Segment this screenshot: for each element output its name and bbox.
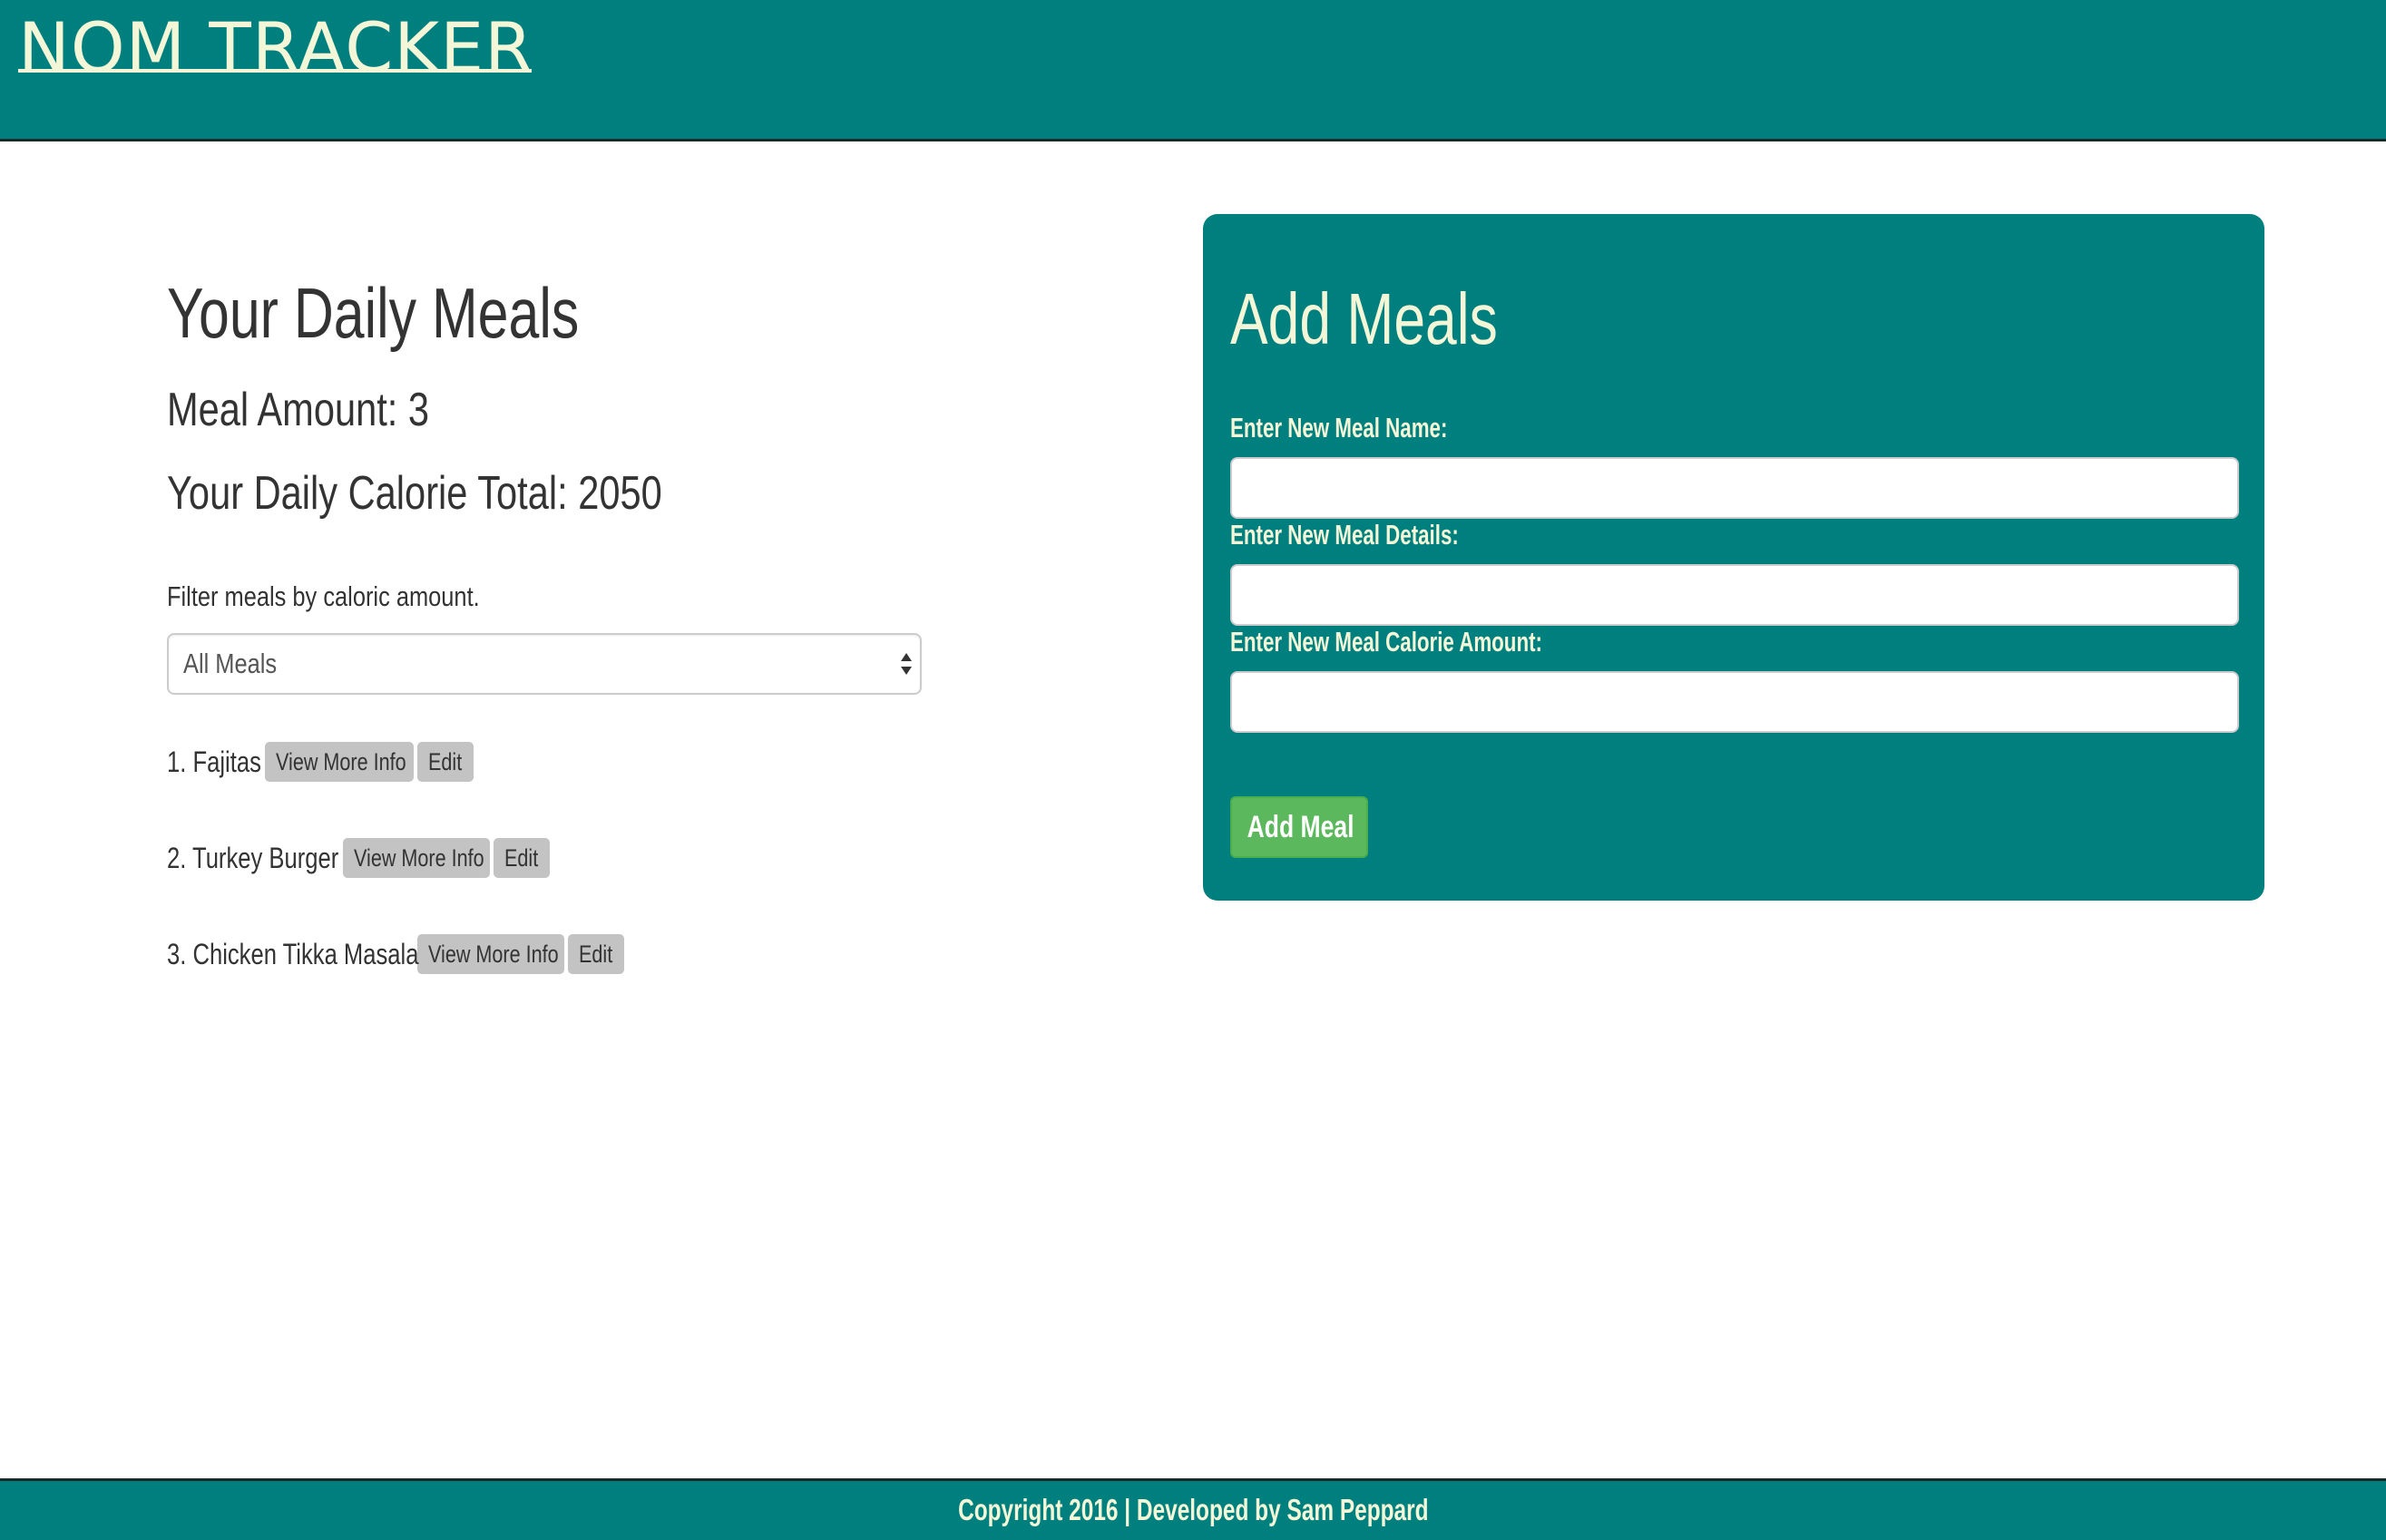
meal-name: 3. Chicken Tikka Masala [167,938,419,970]
meal-list-item: 3. Chicken Tikka Masala View More Info E… [167,934,624,974]
filter-selected-value: All Meals [183,648,278,679]
site-logo[interactable]: NOM TRACKER [18,7,533,89]
meal-name-input[interactable] [1230,457,2239,519]
add-meal-button[interactable]: Add Meal [1230,796,1368,858]
calorie-total-text: Your Daily Calorie Total: 2050 [167,467,662,520]
site-footer: Copyright 2016 | Developed by Sam Peppar… [0,1478,2386,1540]
meal-details-input[interactable] [1230,564,2239,626]
add-meals-title: Add Meals [1230,278,1498,359]
meal-calorie-input[interactable] [1230,671,2239,733]
daily-meals-title: Your Daily Meals [167,273,580,353]
footer-copyright: Copyright 2016 | Developed by Sam Peppar… [957,1493,1429,1526]
meal-name: 2. Turkey Burger [167,842,339,874]
edit-button[interactable]: Edit [568,934,624,974]
edit-button[interactable]: Edit [417,742,474,782]
view-more-info-button[interactable]: View More Info [343,838,490,878]
meal-name: 1. Fajitas [167,746,261,778]
meal-amount-text: Meal Amount: 3 [167,384,430,436]
updown-chevron-icon [901,653,912,675]
calorie-filter-select[interactable]: All Meals [167,633,922,695]
view-more-info-button[interactable]: View More Info [265,742,414,782]
meal-list-item: 1. Fajitas View More Info Edit [167,742,474,782]
logo-underline [18,69,532,73]
view-more-info-button[interactable]: View More Info [417,934,564,974]
site-header: NOM TRACKER [0,0,2386,141]
meal-name-label: Enter New Meal Name: [1230,412,1448,443]
meal-list-item: 2. Turkey Burger View More Info Edit [167,838,550,878]
edit-button[interactable]: Edit [494,838,550,878]
meal-calorie-label: Enter New Meal Calorie Amount: [1230,626,1542,658]
filter-label: Filter meals by caloric amount. [167,580,480,612]
meal-details-label: Enter New Meal Details: [1230,519,1459,551]
add-meals-panel: Add Meals Enter New Meal Name: Enter New… [1203,214,2264,901]
